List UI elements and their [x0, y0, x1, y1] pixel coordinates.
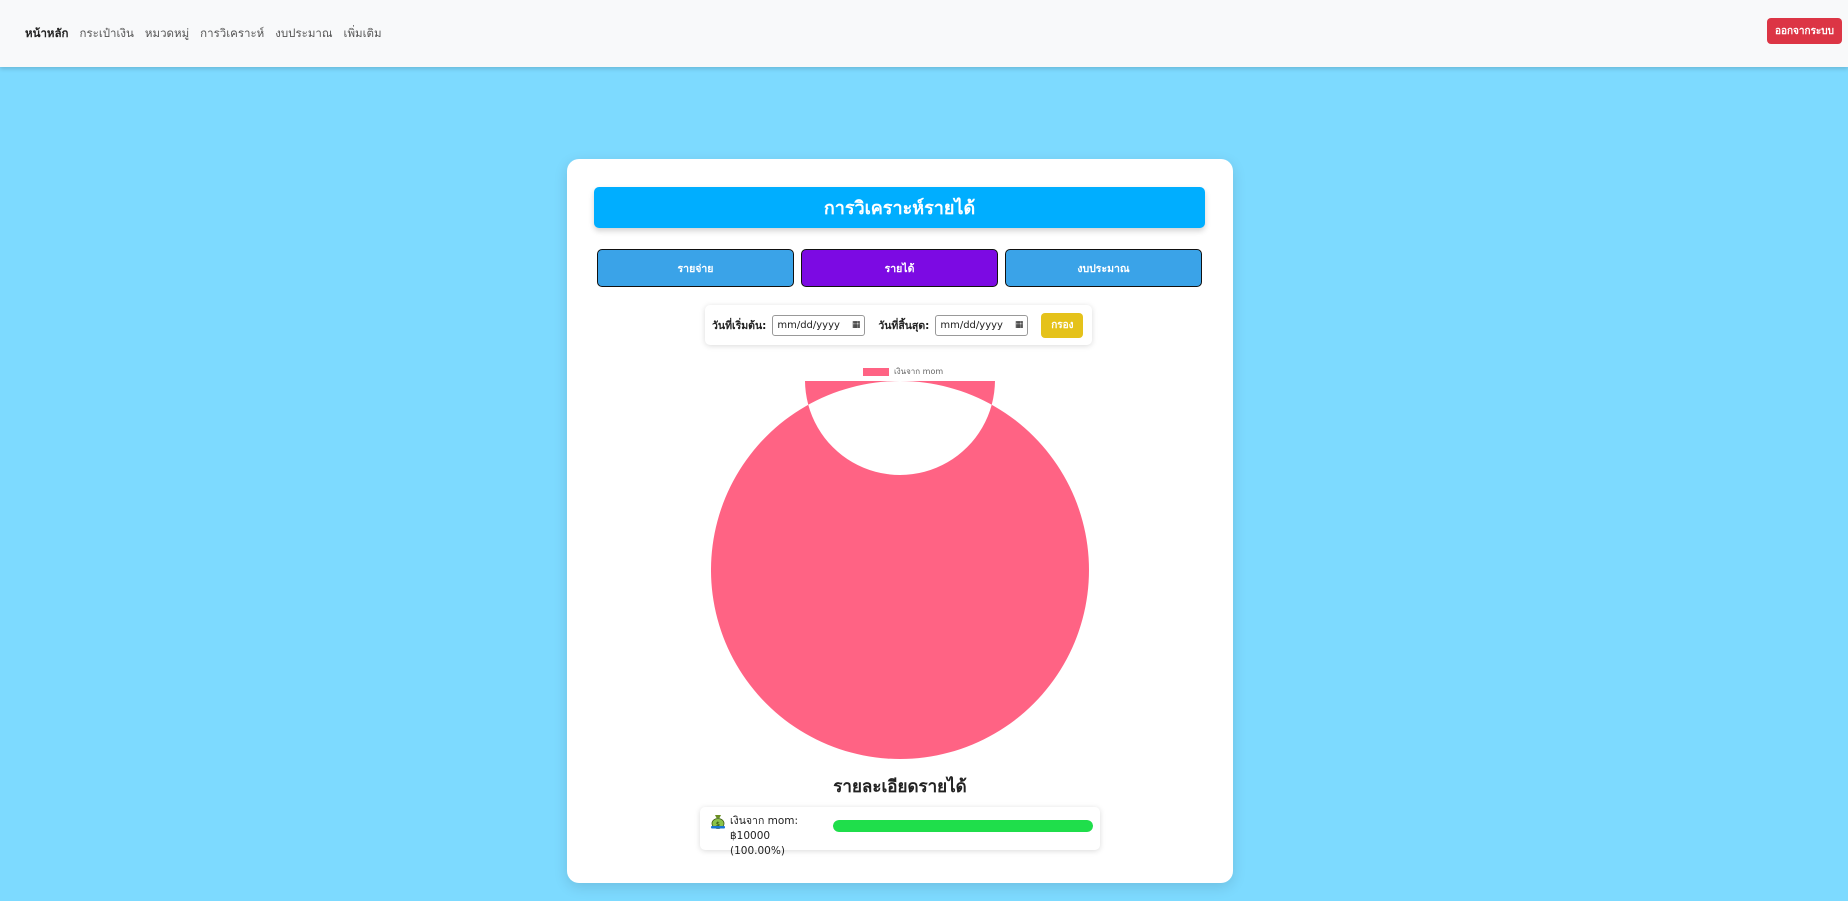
- tab-income[interactable]: รายได้: [801, 249, 998, 287]
- analysis-card: การวิเคราะห์รายได้ รายจ่าย รายได้ งบประม…: [567, 159, 1233, 883]
- nav-links: หน้าหลัก กระเป๋าเงิน หมวดหมู่ การวิเคราะ…: [25, 25, 382, 43]
- page-title: การวิเคราะห์รายได้: [594, 187, 1205, 228]
- tab-budget[interactable]: งบประมาณ: [1005, 249, 1202, 287]
- analysis-tabs: รายจ่าย รายได้ งบประมาณ: [597, 249, 1203, 287]
- end-date-label: วันที่สิ้นสุด:: [878, 319, 930, 332]
- logout-button[interactable]: ออกจากระบบ: [1767, 18, 1842, 44]
- top-navbar: หน้าหลัก กระเป๋าเงิน หมวดหมู่ การวิเคราะ…: [0, 0, 1848, 67]
- start-date-placeholder: mm/dd/yyyy: [777, 319, 840, 331]
- details-title: รายละเอียดรายได้: [833, 777, 967, 797]
- detail-percent: (100.00%): [730, 845, 785, 857]
- chart-legend[interactable]: เงินจาก mom: [863, 365, 943, 378]
- nav-item-wallet[interactable]: กระเป๋าเงิน: [80, 25, 134, 43]
- legend-label: เงินจาก mom: [894, 367, 944, 376]
- nav-item-more[interactable]: เพิ่มเติม: [344, 25, 382, 43]
- detail-text: เงินจาก mom: ฿10000 (100.00%): [730, 814, 840, 859]
- end-date-placeholder: mm/dd/yyyy: [940, 319, 1003, 331]
- nav-item-budget[interactable]: งบประมาณ: [275, 25, 332, 43]
- calendar-icon[interactable]: ▦: [1015, 320, 1024, 330]
- start-date-input[interactable]: mm/dd/yyyy ▦: [772, 314, 866, 336]
- income-doughnut-chart[interactable]: [711, 381, 1089, 759]
- nav-item-categories[interactable]: หมวดหมู่: [145, 25, 189, 43]
- date-filter: วันที่เริ่มต้น: mm/dd/yyyy ▦ วันที่สิ้นส…: [705, 305, 1092, 345]
- nav-item-analysis[interactable]: การวิเคราะห์: [200, 25, 264, 43]
- detail-progress-bar: [833, 820, 1093, 832]
- detail-item: $ เงินจาก mom: ฿10000 (100.00%): [700, 807, 1100, 857]
- detail-progress-fill: [833, 820, 1093, 832]
- tab-expense[interactable]: รายจ่าย: [597, 249, 794, 287]
- detail-amount: เงินจาก mom: ฿10000: [730, 815, 799, 842]
- start-date-label: วันที่เริ่มต้น:: [712, 319, 767, 332]
- legend-swatch: [863, 367, 889, 376]
- calendar-icon[interactable]: ▦: [852, 320, 861, 330]
- nav-item-home[interactable]: หน้าหลัก: [25, 25, 69, 43]
- end-date-input[interactable]: mm/dd/yyyy ▦: [935, 314, 1029, 336]
- filter-button[interactable]: กรอง: [1041, 312, 1084, 338]
- money-bag-icon: $: [711, 815, 725, 829]
